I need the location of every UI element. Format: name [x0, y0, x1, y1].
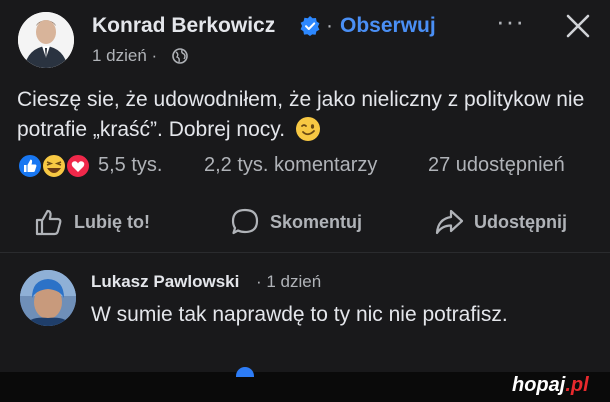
more-options-button[interactable]: ··· [496, 6, 525, 37]
commenter-name[interactable]: Lukasz Pawlowski [91, 272, 239, 292]
like-reaction-icon [17, 153, 43, 179]
comment-text: W sumie tak naprawdę to ty nic nie potra… [91, 303, 508, 326]
shares-count[interactable]: 27 udostępnień [428, 154, 565, 177]
watermark-suffix: .pl [565, 374, 589, 396]
partial-blue-element [236, 367, 254, 377]
love-reaction-icon [65, 153, 91, 179]
globe-icon [172, 48, 188, 64]
thumbs-up-icon [35, 209, 62, 236]
comment-timestamp[interactable]: · 1 dzień [256, 272, 321, 292]
post-text: Cieszę sie, że udowodniłem, że jako niel… [17, 85, 597, 145]
author-name[interactable]: Konrad Berkowicz [92, 14, 275, 38]
watermark-logo: hopaj.pl [512, 374, 589, 397]
share-arrow-icon [435, 209, 464, 235]
comment-button[interactable]: Skomentuj [230, 204, 362, 240]
share-button[interactable]: Udostępnij [434, 204, 567, 240]
reactions-summary[interactable] [16, 152, 92, 180]
wink-emoji-icon [295, 117, 320, 141]
divider [0, 252, 610, 253]
commenter-avatar[interactable] [20, 270, 76, 326]
post-timestamp[interactable]: 1 dzień · [92, 46, 157, 66]
like-label: Lubię to! [74, 211, 150, 232]
haha-reaction-icon [41, 153, 67, 179]
follow-button[interactable]: Obserwuj [340, 14, 436, 38]
author-avatar[interactable] [18, 12, 74, 68]
verified-icon [300, 16, 320, 36]
close-icon[interactable] [564, 12, 592, 40]
watermark-main: hopaj [512, 374, 566, 396]
reactions-count[interactable]: 5,5 tys. [98, 154, 162, 177]
header-separator: · [326, 14, 333, 37]
comment-label: Skomentuj [270, 211, 363, 232]
like-button[interactable]: Lubię to! [34, 204, 150, 240]
comment-bubble-icon [231, 208, 259, 235]
share-label: Udostępnij [474, 211, 567, 232]
comments-count[interactable]: 2,2 tys. komentarzy [204, 154, 377, 177]
